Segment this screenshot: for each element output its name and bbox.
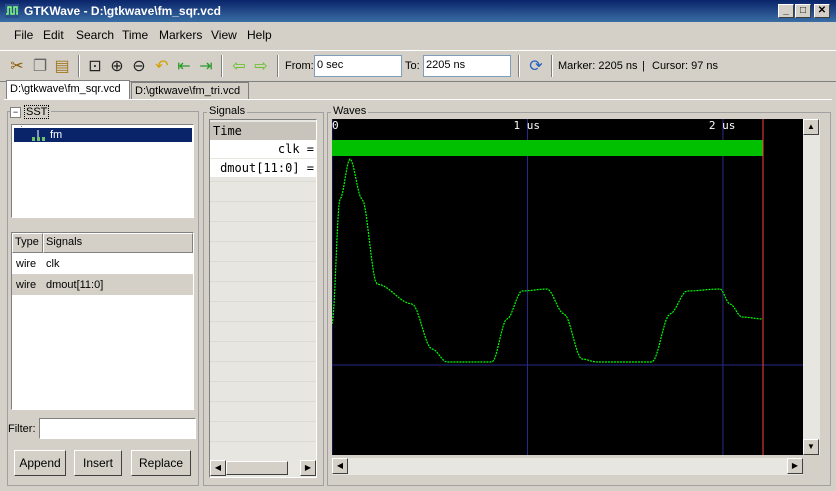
tree-item-label: fm (50, 129, 63, 141)
to-time-input[interactable]: 2205 ns (423, 55, 511, 77)
readout-divider: | (642, 60, 645, 72)
marker-readout: Marker: 2205 ns (558, 60, 638, 72)
insert-button[interactable]: Insert (74, 450, 122, 476)
row-type: wire (16, 279, 37, 291)
menu-time[interactable]: Time (122, 28, 148, 42)
title-bar: GTKWave - D:\gtkwave\fm_sqr.vcd _ □ ✕ (0, 0, 836, 22)
list-row[interactable]: wire dmout[11:0] (12, 274, 193, 295)
from-time-input[interactable]: 0 sec (314, 55, 402, 77)
reload-icon[interactable]: ⟳ (526, 56, 546, 76)
signals-hscrollbar[interactable]: ◀ ▶ (210, 460, 316, 477)
clk-trace (332, 140, 763, 156)
sst-label: SST (24, 105, 50, 119)
toolbar-separator (78, 55, 80, 77)
to-label: To: (405, 60, 420, 72)
replace-button[interactable]: Replace (131, 450, 191, 476)
waves-hscrollbar[interactable]: ◀ ▶ (332, 458, 803, 475)
toolbar-separator (551, 55, 553, 77)
menu-file[interactable]: File (14, 28, 33, 42)
signal-dmout[interactable]: dmout[11:0] = (210, 159, 316, 177)
toolbar: ✂ ❐ ▤ ⊡ ⊕ ⊖ ↶ ⇤ ⇥ ⇦ ⇨ From: 0 sec To: 22… (0, 50, 836, 82)
type-column-header[interactable]: Type (12, 233, 43, 253)
row-signal: dmout[11:0] (46, 279, 104, 291)
maximize-button[interactable]: □ (795, 4, 811, 18)
gtkwave-app-icon (5, 4, 19, 18)
menu-markers[interactable]: Markers (159, 28, 202, 42)
close-button[interactable]: ✕ (814, 4, 830, 18)
copy-icon[interactable]: ❐ (30, 56, 50, 76)
signals-pane: Time clk = dmout[11:0] = ◀ ▶ (209, 119, 317, 478)
zoom-out-icon[interactable]: ⊖ (129, 56, 149, 76)
zoom-fit-icon[interactable]: ⊡ (85, 56, 105, 76)
scroll-left-icon[interactable]: ◀ (332, 458, 348, 474)
zoom-to-end-icon[interactable]: ⇥ (196, 56, 216, 76)
append-button[interactable]: Append (14, 450, 66, 476)
row-type: wire (16, 258, 37, 270)
minimize-button[interactable]: _ (778, 4, 794, 18)
signals-column-header[interactable]: Signals (43, 233, 193, 253)
waveform-display[interactable]: 0 1 us 2 us (332, 119, 803, 455)
collapse-icon[interactable]: − (10, 106, 21, 118)
hierarchy-tree: fm (11, 124, 194, 218)
signals-frame-label: Signals (207, 105, 248, 117)
module-icon (32, 130, 45, 141)
time-tick-label: 0 (332, 119, 339, 132)
signals-grid (210, 142, 316, 457)
filter-input[interactable] (39, 418, 196, 439)
scroll-right-icon[interactable]: ▶ (300, 460, 316, 476)
scroll-left-icon[interactable]: ◀ (210, 460, 226, 476)
zoom-in-icon[interactable]: ⊕ (107, 56, 127, 76)
find-next-edge-icon[interactable]: ⇨ (251, 56, 271, 76)
filter-label: Filter: (8, 423, 36, 435)
scroll-thumb[interactable] (226, 461, 288, 475)
toolbar-separator (518, 55, 520, 77)
signal-list: Type Signals wire clk wire dmout[11:0] (11, 232, 194, 410)
tab-fm-tri[interactable]: D:\gtkwave\fm_tri.vcd (131, 82, 249, 100)
scroll-down-icon[interactable]: ▼ (803, 439, 819, 455)
sst-header: − SST (10, 105, 52, 119)
menu-help[interactable]: Help (247, 28, 272, 42)
signal-clk[interactable]: clk = (210, 140, 316, 158)
toolbar-separator (277, 55, 279, 77)
time-header: Time (210, 122, 316, 140)
time-tick-label: 2 us (709, 119, 736, 132)
menu-bar: File Edit Search Time Markers View Help (0, 23, 836, 47)
menu-view[interactable]: View (211, 28, 237, 42)
menu-edit[interactable]: Edit (43, 28, 64, 42)
tab-fm-sqr[interactable]: D:\gtkwave\fm_sqr.vcd (6, 80, 130, 100)
row-signal: clk (46, 258, 60, 270)
menu-search[interactable]: Search (76, 28, 114, 42)
window-title: GTKWave - D:\gtkwave\fm_sqr.vcd (24, 4, 221, 18)
toolbar-separator (221, 55, 223, 77)
find-previous-edge-icon[interactable]: ⇦ (229, 56, 249, 76)
list-row[interactable]: wire clk (12, 253, 193, 274)
time-tick-label: 1 us (513, 119, 540, 132)
scroll-right-icon[interactable]: ▶ (787, 458, 803, 474)
cursor-readout: Cursor: 97 ns (652, 60, 719, 72)
zoom-to-start-icon[interactable]: ⇤ (174, 56, 194, 76)
paste-icon[interactable]: ▤ (52, 56, 72, 76)
from-label: From: (285, 60, 314, 72)
cut-icon[interactable]: ✂ (7, 56, 27, 76)
tab-divider (4, 99, 832, 100)
waves-frame-label: Waves (331, 105, 369, 117)
waves-vscrollbar[interactable]: ▲ ▼ (803, 119, 820, 455)
scroll-up-icon[interactable]: ▲ (803, 119, 819, 135)
undo-zoom-icon[interactable]: ↶ (152, 56, 172, 76)
